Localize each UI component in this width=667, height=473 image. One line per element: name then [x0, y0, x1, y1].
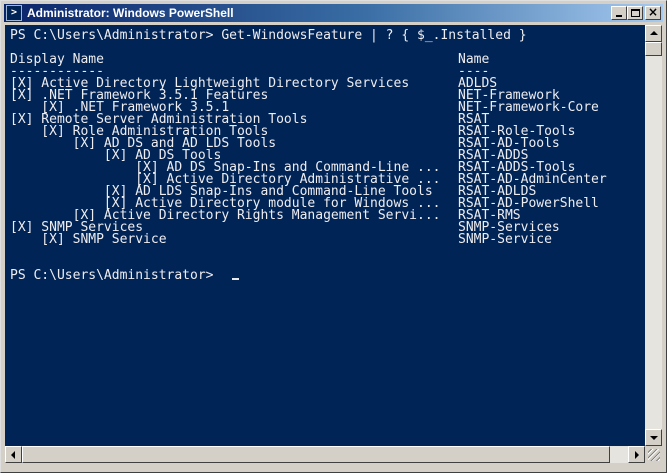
scroll-up-button[interactable] — [645, 25, 662, 42]
scroll-left-button[interactable] — [5, 446, 22, 463]
prompt: PS C:\Users\Administrator> — [10, 268, 214, 283]
vertical-scroll-thumb[interactable] — [645, 42, 662, 56]
powershell-icon[interactable]: > — [6, 5, 22, 21]
window-title: Administrator: Windows PowerShell — [27, 6, 234, 20]
horizontal-scroll-thumb[interactable] — [22, 446, 610, 463]
minimize-button[interactable] — [611, 6, 627, 20]
minimize-icon — [616, 15, 622, 17]
arrow-down-icon — [650, 436, 658, 440]
feature-display-name: [X] SNMP Service — [10, 232, 167, 247]
resize-grip-icon — [648, 449, 660, 461]
text-cursor — [232, 278, 239, 280]
size-grip[interactable] — [645, 446, 662, 463]
scroll-right-button[interactable] — [628, 446, 645, 463]
window-controls: × — [611, 5, 661, 20]
close-icon: × — [647, 5, 659, 19]
scroll-down-button[interactable] — [645, 429, 662, 446]
maximize-icon — [631, 9, 640, 17]
command-line: PS C:\Users\Administrator> Get-WindowsFe… — [10, 28, 527, 43]
maximize-button[interactable] — [627, 6, 643, 20]
feature-name: SNMP-Service — [458, 232, 552, 247]
arrow-left-icon — [11, 451, 15, 459]
title-bar[interactable]: > Administrator: Windows PowerShell × — [4, 4, 663, 22]
close-button[interactable]: × — [645, 5, 661, 20]
arrow-right-icon — [635, 451, 639, 459]
vertical-scrollbar[interactable] — [645, 25, 662, 446]
horizontal-scrollbar[interactable] — [5, 446, 645, 463]
powershell-window: > Administrator: Windows PowerShell × PS… — [0, 0, 667, 473]
console-output[interactable]: PS C:\Users\Administrator> Get-WindowsFe… — [5, 25, 645, 446]
arrow-up-icon — [650, 31, 658, 35]
